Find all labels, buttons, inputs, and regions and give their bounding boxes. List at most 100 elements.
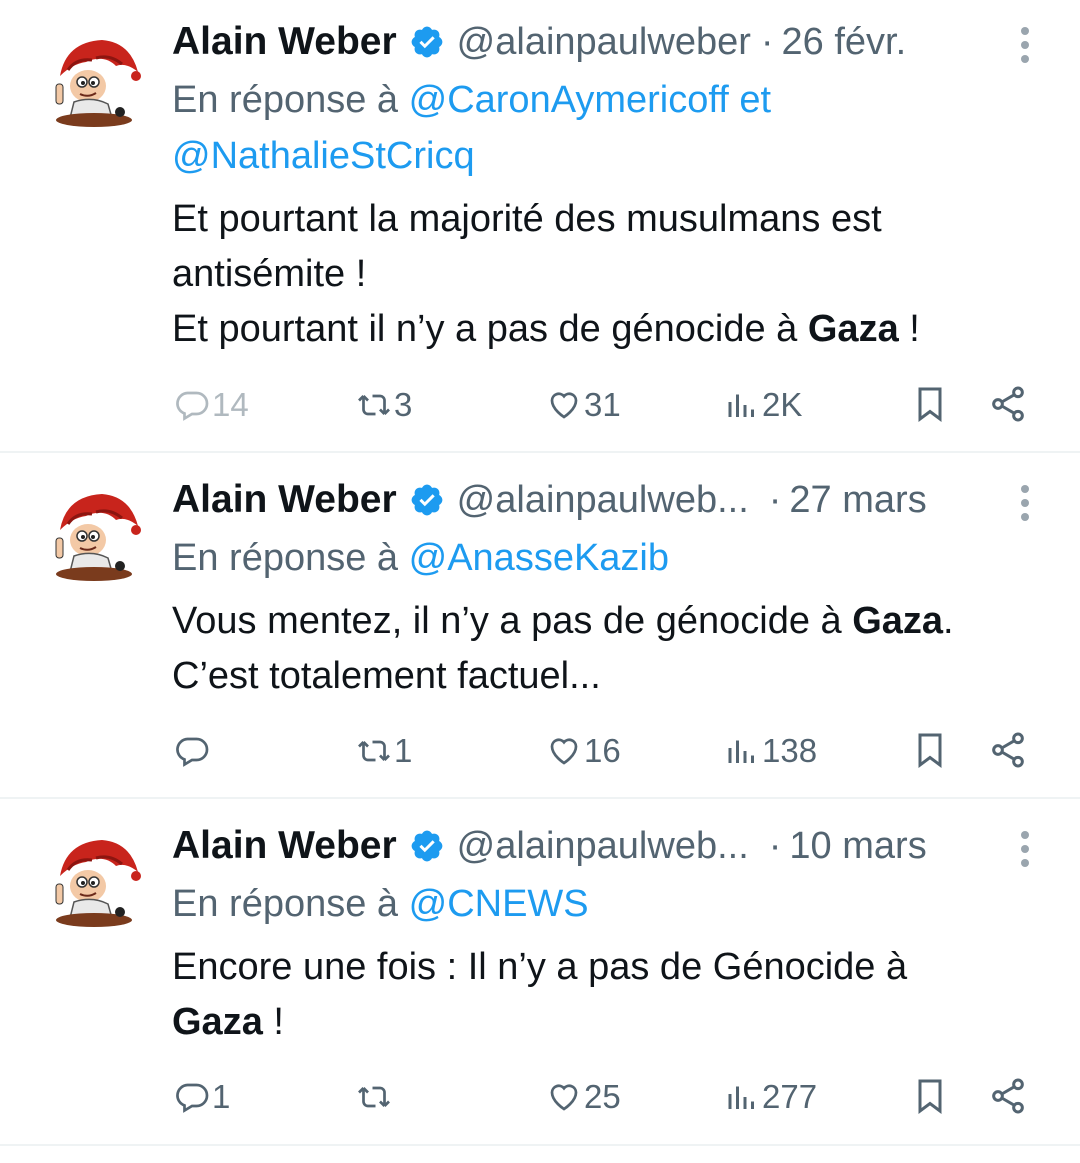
- bookmark-icon[interactable]: [910, 1076, 950, 1116]
- text-run: Vous mentez, il n’y a pas de génocide à: [172, 600, 853, 642]
- reply-prefix: En réponse à: [172, 537, 399, 579]
- separator-dot: ·: [768, 478, 782, 521]
- views-icon: [728, 740, 754, 763]
- reply-button[interactable]: 14: [174, 380, 249, 430]
- reply-context: En réponse à @CaronAymericoff et @Nathal…: [172, 72, 1032, 184]
- like-button[interactable]: 16: [546, 726, 621, 776]
- action-bar: 1 16 138: [0, 726, 1080, 776]
- author-handle[interactable]: @alainpaulweber: [457, 21, 751, 64]
- avatar-gnome-icon: [55, 40, 141, 127]
- heart-icon: [550, 738, 578, 765]
- text-line: Et pourtant il n’y a pas de génocide à G…: [172, 302, 1052, 357]
- author-name[interactable]: Alain Weber: [172, 20, 397, 64]
- repost-icon: [358, 1086, 390, 1108]
- verified-badge-icon: [409, 24, 445, 60]
- hashtag-text: Gaza: [852, 600, 944, 642]
- like-button[interactable]: 25: [546, 1072, 621, 1122]
- text-run: !: [898, 308, 920, 350]
- share-icon[interactable]: [988, 730, 1028, 770]
- verified-badge-icon: [409, 828, 445, 864]
- hashtag-text: Gaza: [807, 308, 899, 350]
- heart-icon: [550, 392, 578, 419]
- reply-icon: [176, 1083, 209, 1113]
- views-icon: [728, 1086, 754, 1109]
- mention-link[interactable]: @CaronAymericoff: [409, 79, 729, 121]
- repost-button[interactable]: 3: [356, 380, 412, 430]
- avatar[interactable]: [46, 832, 142, 928]
- like-count: 16: [584, 732, 621, 769]
- text-run: Et pourtant il n’y a pas de génocide à: [172, 308, 808, 350]
- mention-link[interactable]: @NathalieStCricq: [172, 135, 475, 177]
- more-options-icon[interactable]: [1012, 820, 1038, 876]
- reply-prefix: En réponse à: [172, 883, 399, 925]
- repost-icon: [358, 740, 390, 762]
- text-run: .: [943, 600, 954, 642]
- author-name[interactable]: Alain Weber: [172, 478, 397, 522]
- reply-icon: [176, 391, 209, 421]
- text-run: !: [262, 1001, 284, 1043]
- share-icon[interactable]: [988, 384, 1028, 424]
- repost-icon: [358, 394, 390, 416]
- views-button[interactable]: 277: [724, 1072, 817, 1122]
- more-options-icon[interactable]: [1012, 474, 1038, 530]
- reply-icon: [176, 737, 209, 767]
- reply-button[interactable]: [174, 726, 212, 776]
- mention-link[interactable]: @CNEWS: [409, 883, 589, 925]
- action-bar: 14 3 31 2K: [0, 380, 1080, 430]
- text-run: Encore une fois : Il n’y a pas de Génoci…: [172, 946, 908, 988]
- author-handle[interactable]: @alainpaulweb...: [457, 479, 749, 522]
- avatar[interactable]: [46, 486, 142, 582]
- repost-button[interactable]: 1: [356, 726, 412, 776]
- text-line: Vous mentez, il n’y a pas de génocide à …: [172, 594, 1052, 649]
- tweet-text: Et pourtant la majorité des musulmans es…: [172, 192, 1052, 357]
- reply-context: En réponse à @AnasseKazib: [172, 530, 1032, 586]
- heart-icon: [550, 1084, 578, 1111]
- more-options-icon[interactable]: [1012, 16, 1038, 72]
- tweet-text: Vous mentez, il n’y a pas de génocide à …: [172, 594, 1052, 704]
- verified-badge-icon: [409, 482, 445, 518]
- reply-button[interactable]: 1: [174, 1072, 230, 1122]
- avatar-gnome-icon: [55, 494, 141, 581]
- action-bar: 1 25 277: [0, 1072, 1080, 1122]
- bookmark-icon[interactable]: [910, 730, 950, 770]
- text-line: Et pourtant la majorité des musulmans es…: [172, 192, 1052, 247]
- views-button[interactable]: 2K: [724, 380, 802, 430]
- text-run: antisémite !: [172, 253, 367, 295]
- reply-prefix: En réponse à: [172, 79, 399, 121]
- tweet-date[interactable]: 26 févr.: [782, 21, 907, 64]
- tweet-date[interactable]: 10 mars: [789, 825, 926, 868]
- tweet-divider: [0, 1144, 1080, 1146]
- repost-count: 3: [394, 386, 413, 423]
- view-count: 2K: [762, 386, 803, 423]
- like-button[interactable]: 31: [546, 380, 621, 430]
- tweet-date[interactable]: 27 mars: [789, 479, 926, 522]
- text-run: Et pourtant la majorité des musulmans es…: [172, 198, 882, 240]
- repost-count: 1: [394, 732, 413, 769]
- view-count: 277: [762, 1078, 818, 1115]
- separator-dot: ·: [768, 824, 782, 867]
- bookmark-icon[interactable]: [910, 384, 950, 424]
- separator-dot: ·: [760, 20, 774, 63]
- text-line: antisémite !: [172, 247, 1052, 302]
- tweet-divider: [0, 451, 1080, 453]
- mention-link[interactable]: @AnasseKazib: [409, 537, 669, 579]
- author-name[interactable]: Alain Weber: [172, 824, 397, 868]
- text-line: Encore une fois : Il n’y a pas de Génoci…: [172, 940, 1052, 995]
- views-button[interactable]: 138: [724, 726, 817, 776]
- views-icon: [728, 394, 754, 417]
- mention-join: et: [739, 79, 772, 121]
- reply-context: En réponse à @CNEWS: [172, 876, 1032, 932]
- avatar[interactable]: [46, 32, 142, 128]
- text-run: C’est totalement factuel...: [172, 655, 601, 697]
- reply-count: 14: [212, 386, 249, 423]
- hashtag-text: Gaza: [172, 1001, 263, 1043]
- author-handle[interactable]: @alainpaulweb...: [457, 825, 749, 868]
- like-count: 25: [584, 1078, 621, 1115]
- view-count: 138: [762, 732, 818, 769]
- text-line: C’est totalement factuel...: [172, 649, 1052, 704]
- tweet-text: Encore une fois : Il n’y a pas de Génoci…: [172, 940, 1052, 1050]
- tweet-divider: [0, 797, 1080, 799]
- repost-button[interactable]: [356, 1072, 394, 1122]
- reply-count: 1: [212, 1078, 231, 1115]
- share-icon[interactable]: [988, 1076, 1028, 1116]
